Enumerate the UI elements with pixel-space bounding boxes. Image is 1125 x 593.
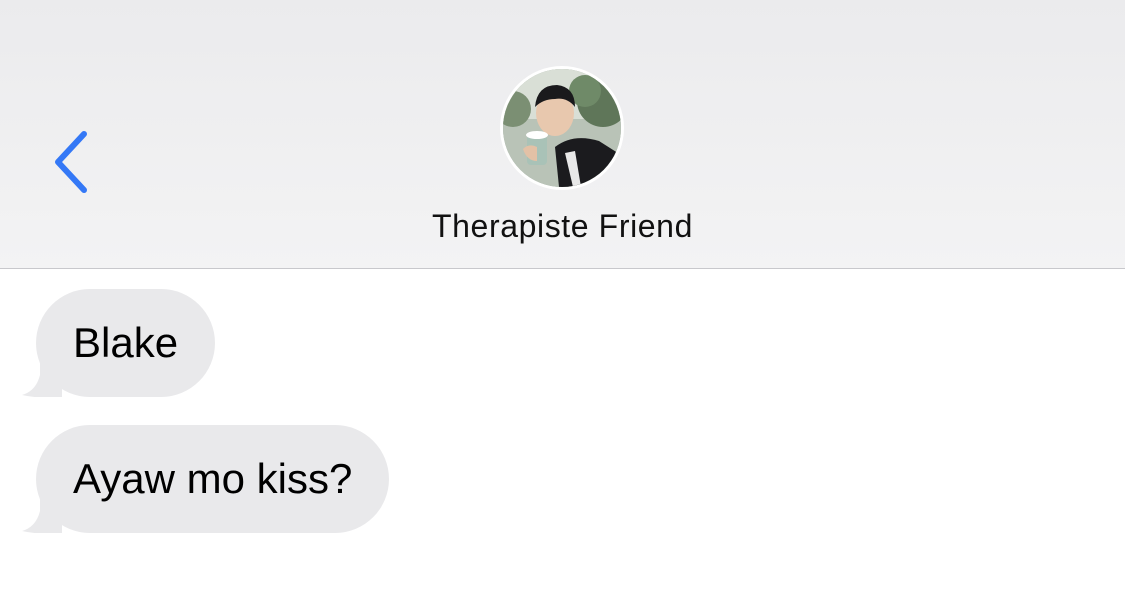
contact-avatar[interactable] <box>500 66 624 190</box>
message-text: Blake <box>73 319 179 366</box>
message-thread: Blake Ayaw mo kiss? <box>0 269 1125 593</box>
back-button[interactable] <box>44 128 98 196</box>
contact-photo <box>503 69 621 187</box>
message-bubble-incoming[interactable]: Blake <box>22 289 216 397</box>
conversation-header: Therapiste Friend <box>0 0 1125 269</box>
message-text: Ayaw mo kiss? <box>73 455 353 502</box>
bubble-tail <box>22 497 62 533</box>
chevron-left-icon <box>55 131 87 193</box>
contact-name[interactable]: Therapiste Friend <box>0 208 1125 245</box>
bubble-tail <box>22 361 62 397</box>
message-bubble-incoming[interactable]: Ayaw mo kiss? <box>22 425 390 533</box>
